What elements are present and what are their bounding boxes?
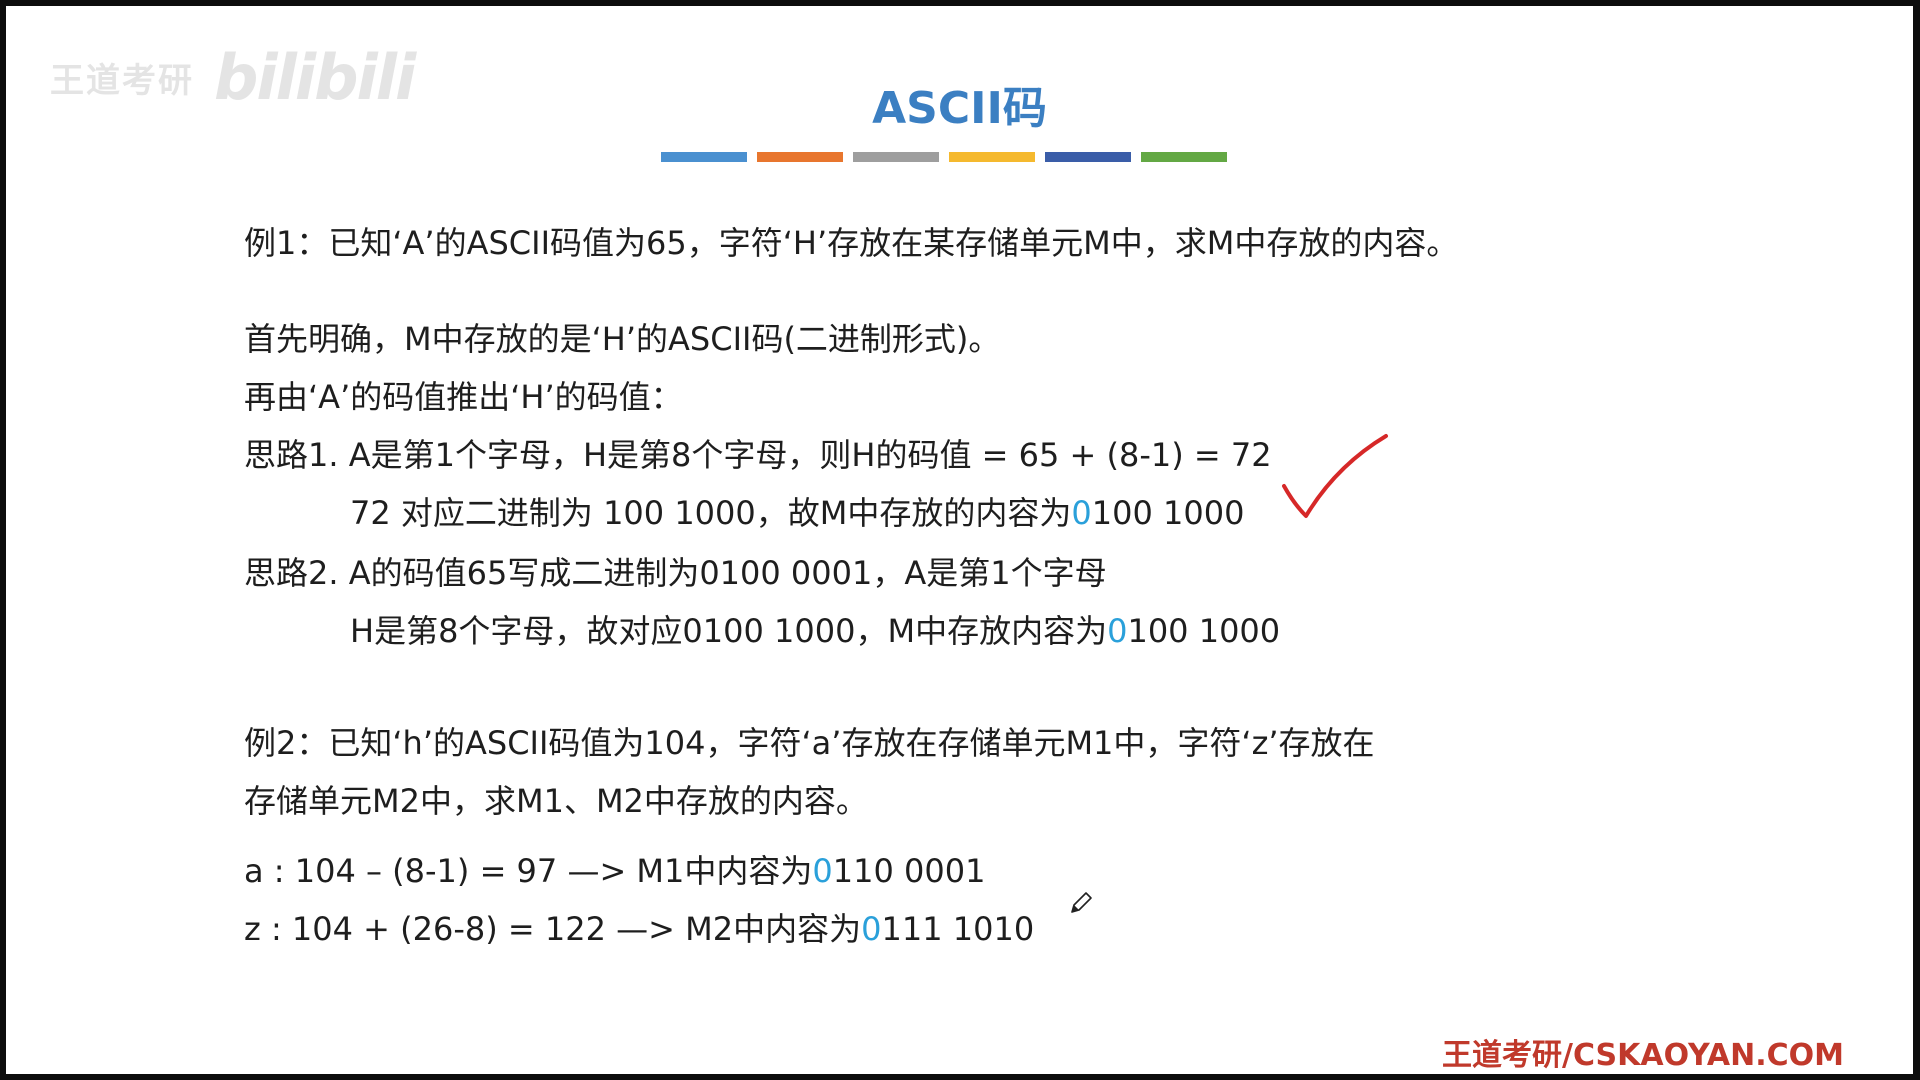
checkmark-icon <box>1282 434 1388 518</box>
idea2-text-tail: 100 1000 <box>1127 612 1281 650</box>
pencil-icon <box>1071 892 1092 913</box>
calc-a-line: a : 104 – (8-1) = 97 —> M1中内容为0110 0001 <box>244 846 985 892</box>
color-bar-segment <box>1045 152 1131 162</box>
presentation-slide: 王道考研 bilibili ASCII码 例1：已知‘A’的ASCII码值为65… <box>6 6 1913 1074</box>
example2-question-line2: 存储单元M2中，求M1、M2中存放的内容。 <box>244 782 868 820</box>
calc-z-text-tail: 111 1010 <box>881 910 1035 948</box>
highlight-digit: 0 <box>812 852 833 890</box>
highlight-digit: 0 <box>1107 612 1128 650</box>
footer-brand: 王道考研/CSKAOYAN.COM <box>1442 1038 1844 1073</box>
color-bar-segment <box>853 152 939 162</box>
highlight-digit: 0 <box>861 910 882 948</box>
highlight-digit: 0 <box>1071 494 1092 532</box>
example2-question-line1: 例2：已知‘h’的ASCII码值为104，字符‘a’存放在存储单元M1中，字符‘… <box>244 724 1375 762</box>
color-bar-segment <box>661 152 747 162</box>
example1-line2: 再由‘A’的码值推出‘H’的码值： <box>244 378 683 416</box>
idea2-line2: H是第8个字母，故对应0100 1000，M中存放内容为0100 1000 <box>350 606 1280 652</box>
color-bar <box>661 152 1227 162</box>
color-bar-segment <box>949 152 1035 162</box>
idea1-text: 72 对应二进制为 100 1000，故M中存放的内容为 <box>350 494 1072 532</box>
color-bar-segment <box>757 152 843 162</box>
idea1-text-tail: 100 1000 <box>1091 494 1245 532</box>
example1-question: 例1：已知‘A’的ASCII码值为65，字符‘H’存放在某存储单元M中，求M中存… <box>244 224 1459 262</box>
idea2-line1: 思路2. A的码值65写成二进制为0100 0001，A是第1个字母 <box>244 554 1107 592</box>
slide-title: ASCII码 <box>872 83 1047 134</box>
idea2-text: H是第8个字母，故对应0100 1000，M中存放内容为 <box>350 612 1108 650</box>
color-bar-segment <box>1141 152 1227 162</box>
idea1-line2: 72 对应二进制为 100 1000，故M中存放的内容为0100 1000 <box>350 488 1244 534</box>
calc-a-text-tail: 110 0001 <box>832 852 986 890</box>
example1-line1: 首先明确，M中存放的是‘H’的ASCII码(二进制形式)。 <box>244 320 1001 358</box>
calc-z-line: z : 104 + (26-8) = 122 —> M2中内容为0111 101… <box>244 904 1034 950</box>
calc-a-text: a : 104 – (8-1) = 97 —> M1中内容为 <box>244 852 813 890</box>
calc-z-text: z : 104 + (26-8) = 122 —> M2中内容为 <box>244 910 862 948</box>
idea1-line1: 思路1. A是第1个字母，H是第8个字母，则H的码值 = 65 + (8-1) … <box>244 436 1272 474</box>
